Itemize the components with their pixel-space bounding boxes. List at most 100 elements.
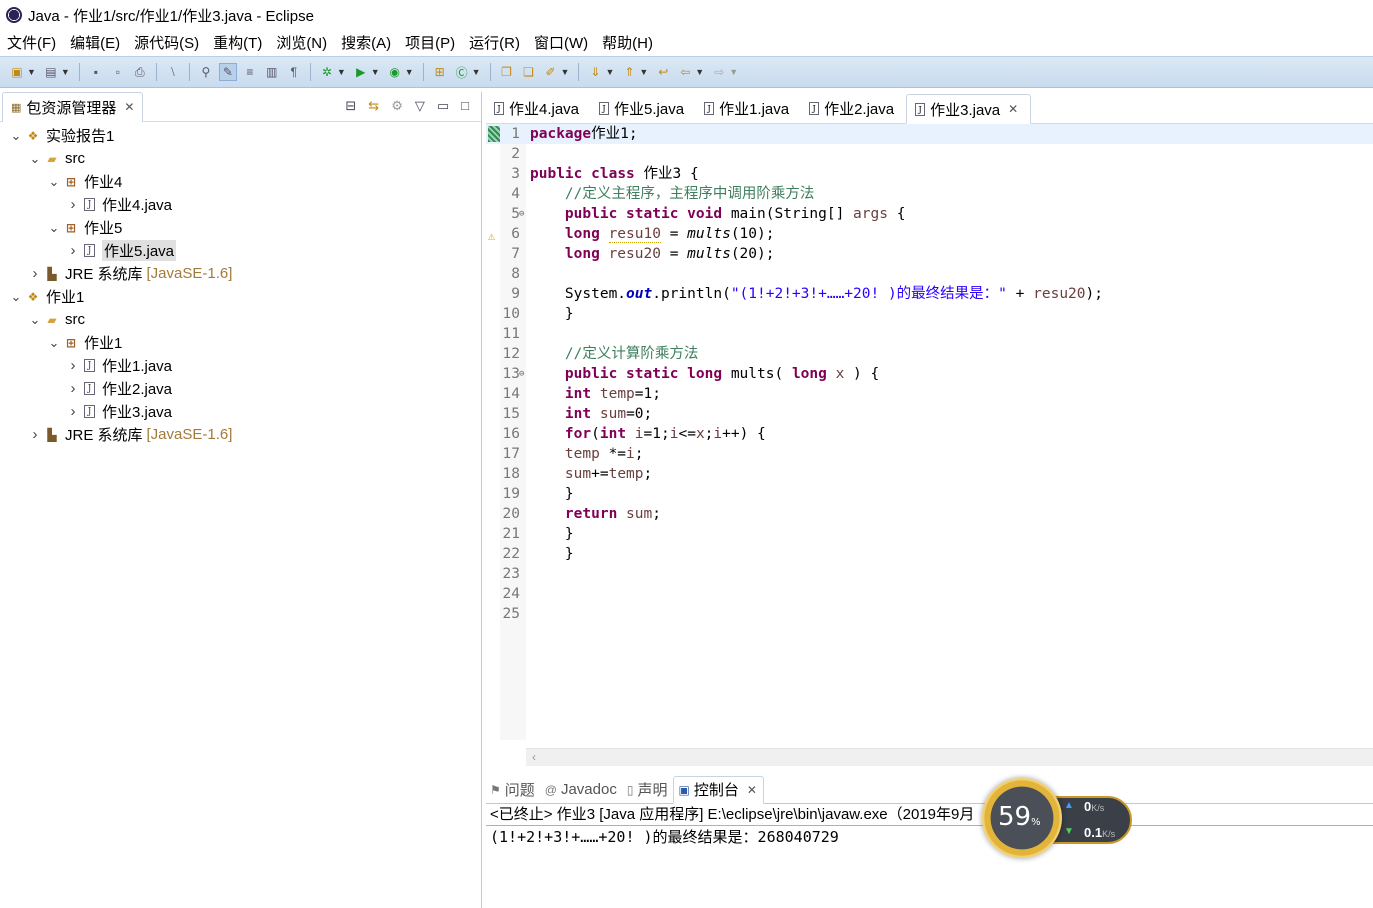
save-icon[interactable]: ▪ xyxy=(87,63,105,81)
tree-item[interactable]: ⌄ ❖ 实验报告1 xyxy=(0,124,481,147)
pilcrow-icon[interactable]: ¶ xyxy=(285,63,303,81)
print-icon[interactable]: ⎙ xyxy=(131,63,149,81)
tree-item[interactable]: ⌄ ⊞ 作业5 xyxy=(0,216,481,239)
external-tools-icon[interactable]: ◉ xyxy=(386,63,404,81)
chevron-right-icon[interactable]: › xyxy=(65,242,81,259)
chevron-right-icon[interactable]: › xyxy=(65,403,81,420)
tab-editor-file[interactable]: J 作业2.java xyxy=(801,93,906,123)
mark-occurrences-icon[interactable]: ✎ xyxy=(218,63,237,81)
open-folder-icon[interactable]: ❐ xyxy=(498,63,516,81)
scroll-left-icon[interactable]: ‹ xyxy=(532,750,536,764)
tab-javadoc[interactable]: @ Javadoc xyxy=(541,776,623,804)
chevron-down-icon[interactable]: ⌄ xyxy=(46,174,62,190)
tree-item[interactable]: › J 作业2.java xyxy=(0,377,481,400)
network-speed-widget[interactable]: 59% ▲ ▼ 0K/s 0.1K/s xyxy=(982,778,1132,860)
menu-source[interactable]: 源代码(S) xyxy=(134,32,199,53)
open-type-icon[interactable]: ▤ xyxy=(42,63,60,81)
save-all-icon[interactable]: ▫ xyxy=(109,63,127,81)
minimize-icon[interactable]: ▭ xyxy=(437,98,449,114)
search-icon[interactable]: ✐ xyxy=(542,63,560,81)
tree-item[interactable]: › ▙ JRE 系统库 [JavaSE-1.6] xyxy=(0,423,481,446)
debug-dropdown-icon[interactable]: ▼ xyxy=(337,67,346,77)
tree-item[interactable]: ⌄ ⊞ 作业4 xyxy=(0,170,481,193)
menu-navigate[interactable]: 浏览(N) xyxy=(276,32,327,53)
chevron-right-icon[interactable]: › xyxy=(65,196,81,213)
chevron-right-icon[interactable]: › xyxy=(27,265,43,282)
collapse-all-icon[interactable]: ⊟ xyxy=(345,98,356,114)
open-dropdown-icon[interactable]: ▼ xyxy=(61,67,70,77)
tab-editor-file[interactable]: J 作业3.java ✕ xyxy=(906,94,1032,124)
close-icon[interactable]: ✕ xyxy=(124,100,134,114)
close-icon[interactable]: ✕ xyxy=(1008,102,1018,116)
link-with-editor-icon[interactable]: ⇆ xyxy=(368,98,379,114)
previous-annotation-icon[interactable]: ⇑ xyxy=(620,63,638,81)
tab-editor-file[interactable]: J 作业1.java xyxy=(696,93,801,123)
horizontal-scrollbar[interactable]: ‹ xyxy=(526,748,1373,766)
open-type-hierarchy-icon[interactable]: ⚲ xyxy=(197,63,215,81)
maximize-icon[interactable]: □ xyxy=(461,98,469,114)
tab-problems[interactable]: ⚑ 问题 xyxy=(486,776,541,804)
tab-declaration[interactable]: ▯ 声明 xyxy=(623,776,674,804)
new-icon[interactable]: ▣ xyxy=(8,63,26,81)
chevron-right-icon[interactable]: › xyxy=(27,426,43,443)
tab-editor-file[interactable]: J 作业5.java xyxy=(591,93,696,123)
tree-item[interactable]: ⌄ ⊞ 作业1 xyxy=(0,331,481,354)
toggle-block-icon[interactable]: ≡ xyxy=(241,63,259,81)
run-dropdown-icon[interactable]: ▼ xyxy=(371,67,380,77)
fold-toggle-icon[interactable]: ⊖ xyxy=(519,204,524,224)
java-file-icon: J xyxy=(84,405,95,418)
run-icon[interactable]: ▶ xyxy=(352,63,370,81)
chevron-down-icon[interactable]: ⌄ xyxy=(46,220,62,236)
tree-item[interactable]: › J 作业3.java xyxy=(0,400,481,423)
skip-breakpoints-icon[interactable]: ⧵ xyxy=(164,63,182,81)
focus-task-icon[interactable]: ⚙ xyxy=(391,98,403,114)
open-task-icon[interactable]: ❏ xyxy=(520,63,538,81)
new-java-class-icon[interactable]: Ⓒ xyxy=(453,63,471,81)
menu-file[interactable]: 文件(F) xyxy=(7,32,56,53)
view-menu-icon[interactable]: ▽ xyxy=(415,98,425,114)
forward-dropdown-icon[interactable]: ▼ xyxy=(729,67,738,77)
tree-item[interactable]: ⌄ ❖ 作业1 xyxy=(0,285,481,308)
menu-search[interactable]: 搜索(A) xyxy=(341,32,391,53)
fold-toggle-icon[interactable]: ⊖ xyxy=(519,364,524,384)
chevron-down-icon[interactable]: ⌄ xyxy=(46,335,62,351)
tree-item[interactable]: › J 作业5.java xyxy=(0,239,481,262)
menu-edit[interactable]: 编辑(E) xyxy=(70,32,120,53)
new-dropdown-icon[interactable]: ▼ xyxy=(27,67,36,77)
tree-item[interactable]: ⌄ ▰ src xyxy=(0,147,481,170)
chevron-right-icon[interactable]: › xyxy=(65,357,81,374)
external-tools-dropdown-icon[interactable]: ▼ xyxy=(405,67,414,77)
tab-package-explorer[interactable]: ▦ 包资源管理器 ✕ xyxy=(2,91,144,122)
tab-console[interactable]: ▣ 控制台 ✕ xyxy=(673,775,764,804)
tree-item[interactable]: › ▙ JRE 系统库 [JavaSE-1.6] xyxy=(0,262,481,285)
previous-annotation-dropdown-icon[interactable]: ▼ xyxy=(639,67,648,77)
forward-icon[interactable]: ⇨ xyxy=(710,63,728,81)
menu-help[interactable]: 帮助(H) xyxy=(602,32,653,53)
tree-item[interactable]: › J 作业4.java xyxy=(0,193,481,216)
back-dropdown-icon[interactable]: ▼ xyxy=(695,67,704,77)
debug-icon[interactable]: ✲ xyxy=(318,63,336,81)
back-icon[interactable]: ⇦ xyxy=(676,63,694,81)
chevron-right-icon[interactable]: › xyxy=(65,380,81,397)
tab-editor-file[interactable]: J 作业4.java xyxy=(486,93,591,123)
chevron-down-icon[interactable]: ⌄ xyxy=(27,312,43,328)
menu-project[interactable]: 项目(P) xyxy=(405,32,455,53)
menu-run[interactable]: 运行(R) xyxy=(469,32,520,53)
next-annotation-dropdown-icon[interactable]: ▼ xyxy=(605,67,614,77)
chevron-down-icon[interactable]: ⌄ xyxy=(8,128,24,144)
chevron-down-icon[interactable]: ⌄ xyxy=(8,289,24,305)
tree-item[interactable]: › J 作业1.java xyxy=(0,354,481,377)
new-java-package-icon[interactable]: ⊞ xyxy=(431,63,449,81)
search-dropdown-icon[interactable]: ▼ xyxy=(561,67,570,77)
next-annotation-icon[interactable]: ⇓ xyxy=(586,63,604,81)
tree-item[interactable]: ⌄ ▰ src xyxy=(0,308,481,331)
last-edit-location-icon[interactable]: ↩ xyxy=(654,63,672,81)
show-whitespace-icon[interactable]: ▥ xyxy=(263,63,281,81)
menu-refactor[interactable]: 重构(T) xyxy=(213,32,262,53)
chevron-down-icon[interactable]: ⌄ xyxy=(27,151,43,167)
code-area[interactable]: 1 package作业1; 2 3 public class 作业3 {4 //定义主程… xyxy=(486,124,1373,740)
menu-window[interactable]: 窗口(W) xyxy=(534,32,588,53)
code-text: System.out.println("(1!+2!+3!+……+20! )的最… xyxy=(530,286,1103,302)
new-class-dropdown-icon[interactable]: ▼ xyxy=(472,67,481,77)
close-icon[interactable]: ✕ xyxy=(747,783,757,797)
